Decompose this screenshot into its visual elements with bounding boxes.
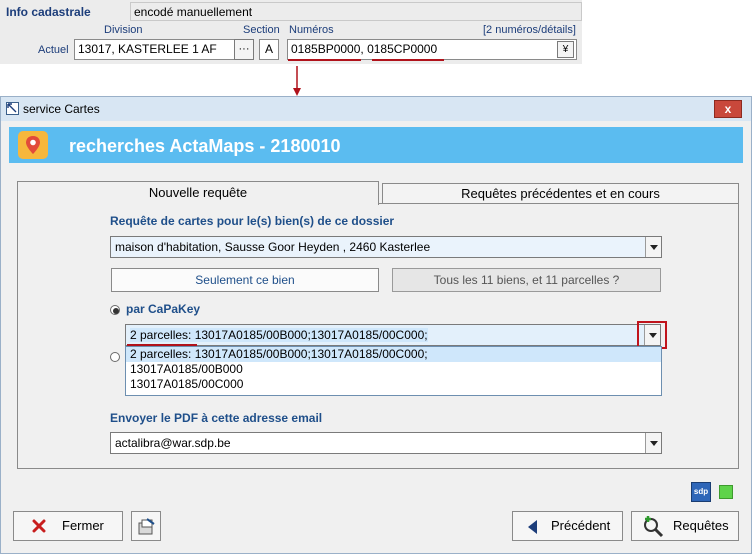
map-pin-icon — [18, 131, 48, 159]
requests-button-label: Requêtes — [673, 518, 729, 533]
arrow-left-icon — [528, 520, 537, 534]
other-option-radio[interactable] — [110, 352, 120, 362]
export-button[interactable] — [131, 511, 161, 541]
dropdown-highlight-box — [637, 321, 667, 349]
division-browse-button[interactable]: ··· — [234, 39, 254, 60]
section-header: Section — [243, 24, 280, 36]
highlight-underline-2 — [372, 59, 444, 61]
division-header: Division — [104, 24, 143, 36]
numeros-field[interactable]: 0185BP0000, 0185CP0000 — [287, 39, 577, 60]
tab-new-request[interactable]: Nouvelle requête — [17, 181, 379, 205]
header-title: recherches ActaMaps - 2180010 — [69, 136, 341, 156]
app-icon — [6, 102, 19, 115]
dropdown-option[interactable]: 2 parcelles: 13017A0185/00B000;13017A018… — [126, 347, 661, 362]
export-icon — [138, 518, 155, 535]
tab-previous-requests[interactable]: Requêtes précédentes et en cours — [382, 183, 739, 204]
close-button[interactable]: Fermer — [13, 511, 123, 541]
close-x-icon — [32, 519, 46, 533]
requests-button[interactable]: Requêtes — [631, 511, 739, 541]
expand-numeros-button[interactable]: ¥ — [557, 41, 574, 58]
division-field[interactable]: 13017, KASTERLEE 1 AF — [74, 39, 237, 60]
numero-2: 0185CP0000 — [367, 42, 438, 56]
search-add-icon — [644, 516, 664, 538]
property-select[interactable]: maison d'habitation, Sausse Goor Heyden … — [110, 236, 662, 258]
all-properties-button[interactable]: Tous les 11 biens, et 11 parcelles ? — [392, 268, 661, 292]
close-button-label: Fermer — [62, 518, 104, 533]
capakey-select-value: 2 parcelles: 13017A0185/00B000;13017A018… — [130, 328, 428, 342]
window-titlebar[interactable]: service Cartes x — [1, 97, 751, 121]
highlight-underline-1 — [288, 59, 361, 61]
header-band: recherches ActaMaps - 2180010 — [9, 127, 743, 163]
connector-arrow-icon — [293, 66, 301, 96]
capakey-label: par CaPaKey — [126, 302, 201, 316]
service-cartes-window: service Cartes x recherches ActaMaps - 2… — [0, 96, 752, 554]
numeros-header: Numéros — [289, 24, 334, 36]
current-row-label: Actuel — [38, 44, 69, 56]
mode-field: encodé manuellement — [130, 2, 582, 21]
status-indicator — [719, 485, 733, 499]
window-close-button[interactable]: x — [714, 100, 742, 118]
previous-button-label: Précédent — [551, 518, 611, 533]
property-select-arrow-icon[interactable] — [645, 237, 661, 257]
numero-1: 0185BP0000 — [291, 42, 361, 56]
cadastral-info-panel: Info cadastrale encodé manuellement Divi… — [0, 0, 582, 64]
email-select-arrow-icon[interactable] — [645, 433, 661, 453]
dropdown-option[interactable]: 13017A0185/00C000 — [126, 377, 661, 392]
email-section-label: Envoyer le PDF à cette adresse email — [110, 411, 323, 425]
capakey-select[interactable]: 2 parcelles: 13017A0185/00B000;13017A018… — [125, 324, 661, 346]
tab-panel-new-request: Requête de cartes pour le(s) bien(s) de … — [17, 203, 739, 469]
sdp-logo: sdp — [691, 482, 711, 502]
details-link[interactable]: [2 numéros/détails] — [483, 24, 576, 36]
property-select-value: maison d'habitation, Sausse Goor Heyden … — [115, 240, 431, 254]
capakey-radio[interactable] — [110, 305, 120, 315]
capakey-dropdown-list: 2 parcelles: 13017A0185/00B000;13017A018… — [125, 346, 662, 396]
previous-button[interactable]: Précédent — [512, 511, 623, 541]
email-select[interactable]: actalibra@war.sdp.be — [110, 432, 662, 454]
section-field[interactable]: A — [259, 39, 279, 60]
single-property-button[interactable]: Seulement ce bien — [111, 268, 379, 292]
request-section-label: Requête de cartes pour le(s) bien(s) de … — [110, 214, 395, 228]
window-title: service Cartes — [23, 102, 100, 116]
dropdown-option[interactable]: 13017A0185/00B000 — [126, 362, 661, 377]
email-select-value: actalibra@war.sdp.be — [115, 436, 231, 450]
info-panel-title: Info cadastrale — [6, 5, 91, 19]
